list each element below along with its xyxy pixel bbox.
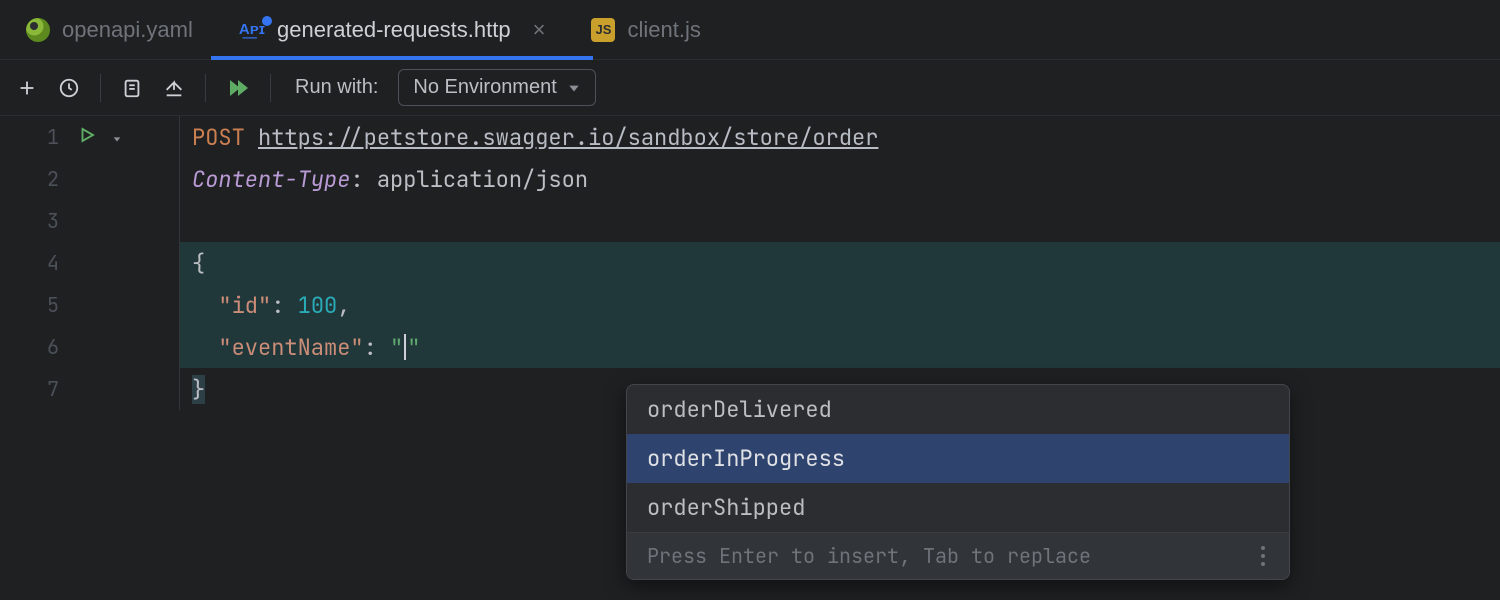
run-gutter-icon[interactable] xyxy=(78,124,122,150)
gutter-line: 5 xyxy=(0,284,179,326)
completion-item[interactable]: orderDelivered xyxy=(627,385,1289,434)
code-line: { xyxy=(180,242,1500,284)
completion-item[interactable]: orderInProgress xyxy=(627,434,1289,483)
code-line: POST https://petstore.swagger.io/sandbox… xyxy=(180,116,1500,158)
tab-generated-requests[interactable]: A͟ᴘɪ generated-requests.http × xyxy=(231,0,554,59)
tab-client-js[interactable]: JS client.js xyxy=(583,0,708,59)
editor-toolbar: Run with: No Environment xyxy=(0,60,1500,116)
completion-popup: orderDelivered orderInProgress orderShip… xyxy=(626,384,1290,580)
tab-openapi-yaml[interactable]: openapi.yaml xyxy=(18,0,201,59)
examples-icon[interactable] xyxy=(121,77,143,99)
gutter-line: 3 xyxy=(0,200,179,242)
run-with-label: Run with: xyxy=(295,76,378,99)
gutter-line: 1 xyxy=(0,116,179,158)
tab-label: client.js xyxy=(627,17,700,43)
add-icon[interactable] xyxy=(16,77,38,99)
tab-label: generated-requests.http xyxy=(277,17,511,43)
code-editor[interactable]: 1 2 3 4 5 6 7 POST https://petstore.swag… xyxy=(0,116,1500,410)
openapi-icon xyxy=(26,18,50,42)
api-icon: A͟ᴘɪ xyxy=(239,21,265,38)
js-icon: JS xyxy=(591,18,615,42)
toolbar-separator xyxy=(270,74,271,102)
tab-label: openapi.yaml xyxy=(62,17,193,43)
gutter: 1 2 3 4 5 6 7 xyxy=(0,116,180,410)
completion-item[interactable]: orderShipped xyxy=(627,483,1289,532)
run-all-icon[interactable] xyxy=(226,76,250,100)
toolbar-separator xyxy=(205,74,206,102)
import-icon[interactable] xyxy=(163,77,185,99)
code-line: Content-Type: application/json xyxy=(180,158,1500,200)
text-caret xyxy=(404,334,406,360)
more-icon[interactable] xyxy=(1261,546,1269,566)
close-icon[interactable]: × xyxy=(533,17,546,43)
toolbar-separator xyxy=(100,74,101,102)
gutter-line: 7 xyxy=(0,368,179,410)
gutter-line: 4 xyxy=(0,242,179,284)
environment-select[interactable]: No Environment xyxy=(398,69,595,106)
code-area[interactable]: POST https://petstore.swagger.io/sandbox… xyxy=(180,116,1500,410)
completion-hint: Press Enter to insert, Tab to replace xyxy=(627,532,1289,579)
editor-tabs: openapi.yaml A͟ᴘɪ generated-requests.htt… xyxy=(0,0,1500,60)
code-line: "eventName": "" xyxy=(180,326,1500,368)
chevron-down-icon xyxy=(112,134,122,144)
environment-value: No Environment xyxy=(413,76,556,99)
code-line: "id": 100, xyxy=(180,284,1500,326)
chevron-down-icon xyxy=(567,81,581,95)
code-line xyxy=(180,200,1500,242)
gutter-line: 6 xyxy=(0,326,179,368)
gutter-line: 2 xyxy=(0,158,179,200)
history-icon[interactable] xyxy=(58,77,80,99)
